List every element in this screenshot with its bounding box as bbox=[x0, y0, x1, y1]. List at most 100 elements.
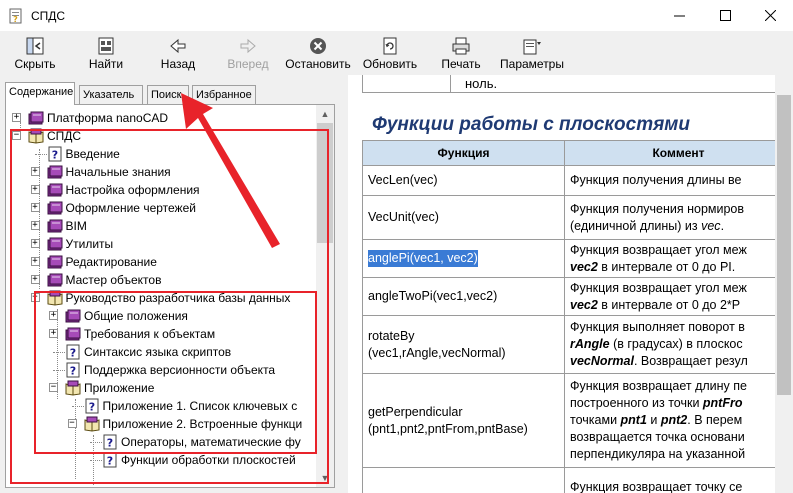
tree-item[interactable]: − Приложение 2. Встроенные функци bbox=[6, 415, 316, 433]
expand-icon[interactable]: + bbox=[30, 257, 40, 266]
comment-cell: Функция получения длины ве bbox=[564, 165, 775, 196]
expand-icon[interactable]: + bbox=[30, 203, 40, 212]
find-button[interactable]: Найти bbox=[82, 34, 130, 74]
tree-item[interactable]: ? Приложение 1. Список ключевых с bbox=[6, 397, 316, 415]
collapse-icon[interactable]: − bbox=[49, 383, 58, 392]
tree-item[interactable]: + Редактирование bbox=[6, 253, 316, 271]
tree-item-label: Функции обработки плоскостей bbox=[121, 453, 296, 467]
close-button[interactable] bbox=[747, 0, 793, 31]
help-page-icon: ? bbox=[66, 362, 80, 378]
collapse-icon[interactable]: − bbox=[12, 131, 21, 140]
expand-icon[interactable]: + bbox=[30, 239, 40, 248]
tree-item[interactable]: + Требования к объектам bbox=[6, 325, 316, 343]
collapse-icon[interactable]: − bbox=[30, 293, 40, 302]
tree-item[interactable]: + Мастер объектов bbox=[6, 271, 316, 289]
tree-item[interactable]: ? Введение bbox=[6, 145, 316, 163]
tree-item[interactable]: + BIM bbox=[6, 217, 316, 235]
help-page-icon: ? bbox=[85, 398, 98, 414]
expand-icon[interactable]: + bbox=[12, 113, 21, 122]
tree-item-label: Общие положения bbox=[84, 309, 188, 323]
tree-scrollbar[interactable]: ▲ ▼ bbox=[316, 105, 334, 487]
help-page-icon: ? bbox=[103, 452, 117, 468]
expand-icon[interactable]: + bbox=[30, 185, 40, 194]
function-cell[interactable]: getPerpendicular (pnt1,pnt2,pntFrom,pntBa… bbox=[362, 373, 565, 468]
back-button[interactable]: Назад bbox=[155, 34, 201, 74]
forward-arrow-icon bbox=[240, 38, 256, 54]
tree-item-label: Настройка оформления bbox=[65, 183, 200, 197]
tree-item[interactable]: ? Операторы, математические фу bbox=[6, 433, 316, 451]
hide-button[interactable]: Скрыть bbox=[8, 34, 62, 74]
tree-item[interactable]: + Платформа nanoCAD bbox=[6, 109, 316, 127]
tree-item-label: Синтаксис языка скриптов bbox=[84, 345, 232, 359]
minimize-button[interactable] bbox=[656, 0, 702, 31]
comment-cell: Функция возвращает угол меж vec2 в интерв… bbox=[564, 239, 775, 278]
tree-connector bbox=[90, 442, 102, 443]
expand-icon[interactable]: + bbox=[30, 275, 40, 284]
expand-icon[interactable]: + bbox=[30, 167, 40, 176]
tree-item-label: Приложение 2. Встроенные функци bbox=[102, 417, 303, 431]
tree-scrollbar-thumb[interactable] bbox=[317, 123, 333, 243]
book-icon bbox=[65, 309, 81, 323]
function-signature: VecUnit(vec) bbox=[368, 210, 439, 224]
help-file-icon: ? bbox=[9, 8, 22, 24]
function-cell[interactable]: anglePi(vec1, vec2) bbox=[362, 239, 565, 278]
function-cell[interactable] bbox=[362, 467, 565, 493]
content-scrollbar[interactable] bbox=[775, 75, 793, 493]
comment-line: точками pnt1 и pnt2. В перем bbox=[570, 413, 743, 427]
function-cell[interactable]: rotateBy (vec1,rAngle,vecNormal) bbox=[362, 315, 565, 374]
tree-item[interactable]: − Руководство разработчика базы данных bbox=[6, 289, 316, 307]
collapse-icon[interactable]: − bbox=[67, 419, 77, 428]
tree-item-label: Введение bbox=[65, 147, 120, 161]
tree-item-label: Приложение 1. Список ключевых с bbox=[102, 399, 298, 413]
tree-item[interactable]: + Утилиты bbox=[6, 235, 316, 253]
options-icon bbox=[523, 39, 541, 55]
window-title: СПДС bbox=[31, 9, 66, 23]
expand-icon[interactable]: + bbox=[30, 221, 40, 230]
tab-favorites[interactable]: Избранное bbox=[192, 85, 256, 105]
book-icon bbox=[47, 273, 62, 287]
tree-item[interactable]: ? Синтаксис языка скриптов bbox=[6, 343, 316, 361]
tree-item[interactable]: + Оформление чертежей bbox=[6, 199, 316, 217]
book-icon bbox=[47, 165, 62, 179]
tree-item[interactable]: ? Поддержка версионности объекта bbox=[6, 361, 316, 379]
expand-icon[interactable]: + bbox=[49, 311, 58, 320]
svg-text:?: ? bbox=[107, 455, 113, 468]
print-icon bbox=[452, 37, 470, 55]
function-cell[interactable]: VecLen(vec) bbox=[362, 165, 565, 196]
comment-cell: Функция выполняет поворот в rAngle (в гра… bbox=[564, 315, 775, 374]
tree-item[interactable]: − СПДС bbox=[6, 127, 316, 145]
svg-text:?: ? bbox=[88, 401, 94, 414]
scroll-up-icon[interactable]: ▲ bbox=[316, 105, 334, 123]
title-bar: ? СПДС bbox=[0, 0, 793, 31]
tree-item[interactable]: + Начальные знания bbox=[6, 163, 316, 181]
back-arrow-icon bbox=[170, 38, 186, 54]
refresh-button[interactable]: Обновить bbox=[360, 34, 420, 74]
comment-line: возвращается точка основани bbox=[570, 430, 745, 444]
function-signature: VecLen(vec) bbox=[368, 173, 438, 187]
tab-index[interactable]: Указатель bbox=[79, 85, 143, 105]
scroll-down-icon[interactable]: ▼ bbox=[316, 469, 334, 487]
tab-contents[interactable]: Содержание bbox=[5, 82, 75, 105]
tree-item-label: Операторы, математические фу bbox=[121, 435, 301, 449]
options-button[interactable]: Параметры bbox=[497, 34, 567, 74]
table-row: rotateBy (vec1,rAngle,vecNormal) Функция в… bbox=[362, 315, 775, 374]
expand-icon[interactable]: + bbox=[49, 329, 58, 338]
content-scrollbar-thumb[interactable] bbox=[777, 95, 791, 395]
tree-item-label: Поддержка версионности объекта bbox=[84, 363, 276, 377]
comment-line: перпендикуляра на указанной bbox=[570, 447, 746, 461]
previous-table-tail: ноль. bbox=[362, 75, 775, 93]
tab-search[interactable]: Поиск bbox=[147, 85, 189, 105]
maximize-button[interactable] bbox=[702, 0, 748, 31]
function-cell[interactable]: angleTwoPi(vec1,vec2) bbox=[362, 277, 565, 316]
tree-item[interactable]: ? Функции обработки плоскостей bbox=[6, 451, 316, 469]
function-cell[interactable]: VecUnit(vec) bbox=[362, 195, 565, 240]
print-button[interactable]: Печать bbox=[436, 34, 486, 74]
tree-item[interactable]: + Настройка оформления bbox=[6, 181, 316, 199]
forward-button[interactable]: Вперед bbox=[222, 34, 274, 74]
tree-item[interactable]: − Приложение bbox=[6, 379, 316, 397]
table-row: anglePi(vec1, vec2) Функция возвращает уг… bbox=[362, 239, 775, 278]
tree-item[interactable]: + Общие положения bbox=[6, 307, 316, 325]
comment-cell: Функция возвращает длину пе построенного … bbox=[564, 373, 775, 468]
comment-line: vecNormal. Возвращает резул bbox=[570, 354, 748, 368]
stop-button[interactable]: Остановить bbox=[284, 34, 352, 74]
